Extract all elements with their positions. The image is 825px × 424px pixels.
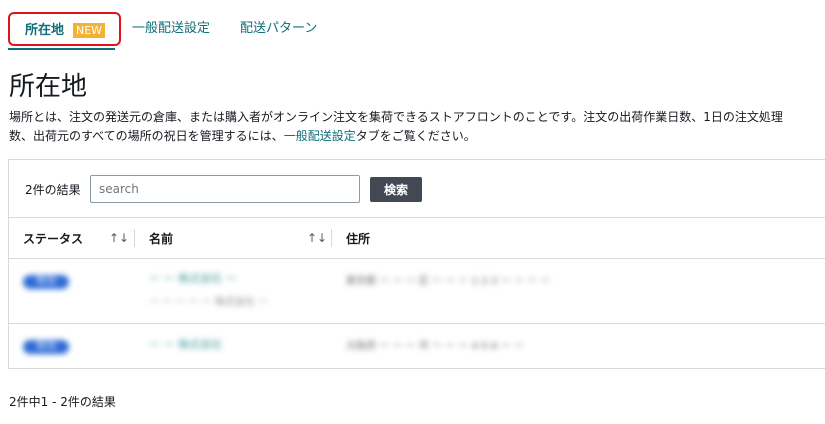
pagination-summary: 2件中1 - 2件の結果 [9, 395, 116, 409]
locations-table-panel: 2件の結果 検索 ステータス ↑↓ 名前 ↑↓ 住所 有効 ー ー 株式会社 ー… [8, 159, 825, 369]
new-badge: NEW [73, 23, 106, 38]
table-header: ステータス ↑↓ 名前 ↑↓ 住所 [9, 218, 825, 259]
general-shipping-link[interactable]: 一般配送設定 [284, 129, 356, 143]
column-header-address: 住所 [346, 232, 371, 246]
result-count: 2件の結果 [25, 183, 81, 197]
tab-shipping-patterns[interactable]: 配送パターン [240, 12, 317, 46]
sort-icon[interactable]: ↑↓ [109, 231, 129, 245]
tab-locations[interactable]: 所在地 NEW [8, 12, 121, 46]
location-name-link[interactable]: ー ー 株式会社 ー [149, 270, 237, 286]
location-address: 東京都 ー ー ー 区 ー ー ー 1-2-3 ー ー ー ー [346, 276, 551, 287]
description-suffix: タブをご覧ください。 [355, 129, 476, 143]
tab-locations-label: 所在地 [25, 23, 65, 38]
search-input[interactable] [90, 175, 360, 203]
column-header-status[interactable]: ステータス [23, 230, 83, 247]
location-subname: ー ー ー ー ー 株式会社 ー [149, 297, 269, 308]
search-button[interactable]: 検索 [370, 177, 422, 202]
tab-general-shipping[interactable]: 一般配送設定 [132, 12, 210, 46]
table-row[interactable]: 有効 ー ー 株式会社 ー ー ー ー ー ー 株式会社 ー 東京都 ー ー ー… [9, 259, 825, 324]
status-badge: 有効 [23, 340, 69, 354]
page-description: 場所とは、注文の発送元の倉庫、または購入者がオンライン注文を集荷できるストアフロ… [9, 108, 789, 146]
table-toolbar: 2件の結果 検索 [9, 160, 825, 218]
column-divider [134, 229, 135, 247]
table-row[interactable]: 有効 ー ー 株式会社 大阪府 ー ー ー 市 ー ー ー 4-5-6 ー ー [9, 324, 825, 369]
location-name-link[interactable]: ー ー 株式会社 [149, 336, 222, 352]
tab-bar: 所在地 NEW 一般配送設定 配送パターン [0, 0, 825, 50]
sort-icon[interactable]: ↑↓ [307, 231, 327, 245]
status-badge: 有効 [23, 275, 69, 289]
page-title: 所在地 [9, 72, 88, 102]
active-tab-indicator [8, 48, 115, 50]
column-divider [331, 229, 332, 247]
column-header-name[interactable]: 名前 [149, 230, 173, 247]
location-address: 大阪府 ー ー ー 市 ー ー ー 4-5-6 ー ー [346, 341, 525, 352]
